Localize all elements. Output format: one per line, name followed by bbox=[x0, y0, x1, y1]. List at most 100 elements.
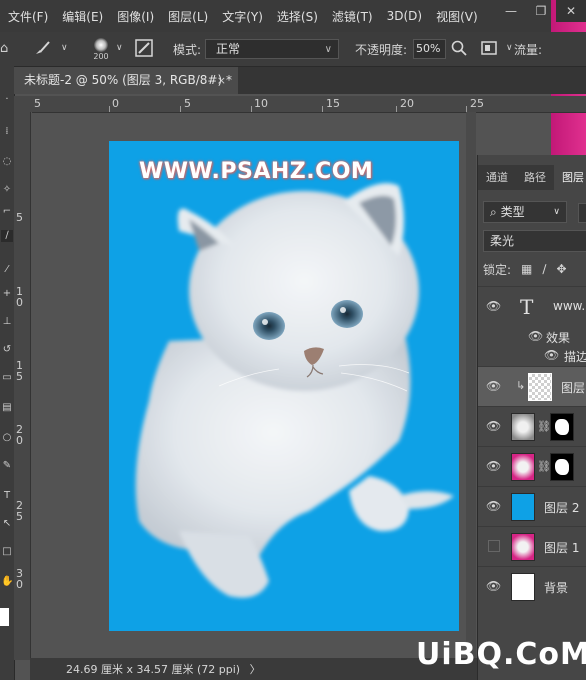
menu-select[interactable]: 选择(S) bbox=[269, 8, 324, 25]
layer-row-masked[interactable]: 👁 ⛓ bbox=[478, 406, 586, 446]
menu-file[interactable]: 文件(F) bbox=[0, 8, 54, 25]
lasso-tool-icon[interactable]: ◌ bbox=[1, 156, 13, 168]
menu-3d[interactable]: 3D(D) bbox=[379, 9, 428, 23]
marquee-tool-icon[interactable]: ⁞ bbox=[1, 126, 13, 138]
opacity-input[interactable]: 50% bbox=[413, 39, 446, 59]
blend-mode-select[interactable]: 正常 ∨ bbox=[205, 39, 339, 59]
layer-name: 图层 bbox=[561, 381, 586, 395]
chevron-down-icon[interactable]: ∨ bbox=[506, 44, 513, 53]
close-icon[interactable]: × bbox=[217, 67, 226, 94]
history-brush-tool-icon[interactable]: ↺ bbox=[1, 344, 13, 356]
visibility-toggle-off[interactable] bbox=[488, 540, 500, 552]
window-controls: — ❐ ✕ bbox=[496, 0, 586, 26]
restore-button[interactable]: ❐ bbox=[526, 0, 556, 22]
shape-tool-icon[interactable]: □ bbox=[1, 546, 13, 558]
flow-label: 流量: bbox=[514, 43, 543, 57]
dodge-tool-icon[interactable]: ○ bbox=[1, 432, 13, 444]
gradient-tool-icon[interactable]: ▤ bbox=[1, 402, 13, 414]
ruler-tick-label: 5 bbox=[184, 97, 191, 110]
blend-mode-value: 正常 bbox=[216, 42, 241, 56]
lock-transparent-icon[interactable]: ▦ bbox=[521, 262, 532, 276]
opacity-label: 不透明度: bbox=[355, 43, 408, 57]
clone-stamp-tool-icon[interactable]: ⊥ bbox=[1, 316, 13, 328]
layer-stroke-effect-row[interactable]: 👁 描边 bbox=[478, 345, 586, 366]
tab-paths[interactable]: 路径 bbox=[516, 165, 554, 190]
document-tab-title: 未标题-2 @ 50% (图层 3, RGB/8#) * bbox=[24, 73, 232, 87]
ruler-tick-label: 3 0 bbox=[16, 567, 23, 591]
close-window-button[interactable]: ✕ bbox=[556, 0, 586, 22]
layer-name: 背景 bbox=[544, 581, 569, 595]
chevron-down-icon[interactable]: ∨ bbox=[61, 44, 68, 53]
layer-effects-row[interactable]: 👁 效果 bbox=[478, 326, 586, 347]
menu-image[interactable]: 图像(I) bbox=[109, 8, 160, 25]
text-layer-icon: T bbox=[520, 295, 534, 319]
eyedropper-tool-icon[interactable]: ⁄ bbox=[1, 264, 13, 276]
layers-panel: 通道 路径 图层 ⌕ 类型 ∨ 柔光 锁定: ▦ ∕ ✥ 👁 T www. 👁 … bbox=[477, 155, 586, 680]
hand-tool-icon[interactable]: ✋ bbox=[1, 576, 13, 588]
lock-position-icon[interactable]: ✥ bbox=[556, 262, 566, 276]
brush-tool-active-icon[interactable]: ∕ bbox=[1, 230, 13, 242]
chevron-down-icon[interactable]: ∨ bbox=[116, 44, 123, 53]
layer-row-background[interactable]: 👁 背景 bbox=[478, 566, 586, 606]
foreground-color-swatch[interactable] bbox=[0, 608, 9, 626]
kind-filter-value: 类型 bbox=[500, 205, 525, 219]
visibility-eye-icon[interactable]: 👁 bbox=[486, 299, 501, 313]
layer-row-text[interactable]: 👁 T www. bbox=[478, 286, 586, 326]
layer-kind-filter[interactable]: ⌕ 类型 ∨ bbox=[483, 201, 567, 223]
ruler-origin[interactable] bbox=[14, 96, 32, 112]
move-tool-icon[interactable]: · bbox=[1, 94, 13, 106]
brush-preset-picker[interactable]: 200 bbox=[88, 36, 114, 64]
brush-settings-icon[interactable] bbox=[135, 39, 153, 60]
pen-tool-icon[interactable]: ✎ bbox=[1, 460, 13, 472]
filter-pixel-layers-button[interactable] bbox=[578, 203, 586, 223]
tab-layers[interactable]: 图层 bbox=[554, 165, 586, 190]
visibility-eye-icon[interactable]: 👁 bbox=[486, 499, 501, 513]
stroke-visibility-eye-icon[interactable]: 👁 bbox=[544, 348, 559, 362]
pressure-opacity-icon[interactable] bbox=[451, 40, 467, 59]
status-menu-arrow[interactable]: 〉 bbox=[250, 663, 261, 676]
layer-row-image[interactable]: 图层 1 bbox=[478, 526, 586, 566]
document-tab[interactable]: 未标题-2 @ 50% (图层 3, RGB/8#) * × bbox=[14, 67, 238, 94]
chevron-down-icon: ∨ bbox=[553, 207, 560, 217]
clipping-mask-arrow-icon: ↳ bbox=[516, 379, 526, 392]
lock-image-icon[interactable]: ∕ bbox=[542, 262, 546, 276]
search-icon: ⌕ bbox=[490, 205, 497, 219]
menu-view[interactable]: 视图(V) bbox=[428, 8, 484, 25]
layer-mask-thumbnail[interactable] bbox=[550, 453, 574, 481]
vertical-ruler[interactable]: 5 1 0 1 5 2 0 2 5 3 0 bbox=[14, 112, 31, 660]
brush-tool-icon[interactable] bbox=[34, 40, 52, 59]
mask-link-icon[interactable]: ⛓ bbox=[537, 420, 551, 433]
layer-mask-thumbnail[interactable] bbox=[550, 413, 574, 441]
layer-blend-mode-select[interactable]: 柔光 bbox=[483, 230, 586, 252]
layer-thumbnail bbox=[511, 533, 535, 561]
menu-layer[interactable]: 图层(L) bbox=[160, 8, 214, 25]
eraser-tool-icon[interactable]: ▭ bbox=[1, 372, 13, 384]
tab-channels[interactable]: 通道 bbox=[478, 165, 516, 190]
menu-edit[interactable]: 编辑(E) bbox=[54, 8, 109, 25]
effects-visibility-eye-icon[interactable]: 👁 bbox=[528, 329, 543, 343]
horizontal-ruler[interactable]: 5 0 5 10 15 20 25 bbox=[32, 96, 586, 113]
layer-row-masked-pink[interactable]: 👁 ⛓ bbox=[478, 446, 586, 486]
healing-tool-icon[interactable]: + bbox=[1, 288, 13, 300]
crop-tool-icon[interactable]: ⌐ bbox=[1, 206, 13, 218]
home-icon[interactable]: ⌂ bbox=[0, 42, 8, 55]
ruler-tick-label: 10 bbox=[254, 97, 268, 110]
mask-link-icon[interactable]: ⛓ bbox=[537, 460, 551, 473]
path-select-tool-icon[interactable]: ↖ bbox=[1, 518, 13, 530]
document-canvas[interactable]: WWW.PSAHZ.COM bbox=[109, 141, 459, 631]
visibility-eye-icon[interactable]: 👁 bbox=[486, 579, 501, 593]
layer-row-selected[interactable]: 👁 ↳ 图层 bbox=[478, 366, 586, 406]
minimize-button[interactable]: — bbox=[496, 0, 526, 22]
menu-type[interactable]: 文字(Y) bbox=[214, 8, 269, 25]
ruler-tick-label: 20 bbox=[400, 97, 414, 110]
visibility-eye-icon[interactable]: 👁 bbox=[486, 379, 501, 393]
visibility-eye-icon[interactable]: 👁 bbox=[486, 419, 501, 433]
brush-tip-preview bbox=[94, 38, 108, 52]
menu-filter[interactable]: 滤镜(T) bbox=[324, 8, 379, 25]
layer-row-blue-fill[interactable]: 👁 图层 2 bbox=[478, 486, 586, 526]
canvas-scrollbar[interactable] bbox=[466, 112, 476, 658]
type-tool-icon[interactable]: T bbox=[1, 490, 13, 502]
visibility-eye-icon[interactable]: 👁 bbox=[486, 459, 501, 473]
tablet-pressure-size-icon[interactable] bbox=[481, 41, 497, 58]
magic-wand-tool-icon[interactable]: ✧ bbox=[1, 184, 13, 196]
